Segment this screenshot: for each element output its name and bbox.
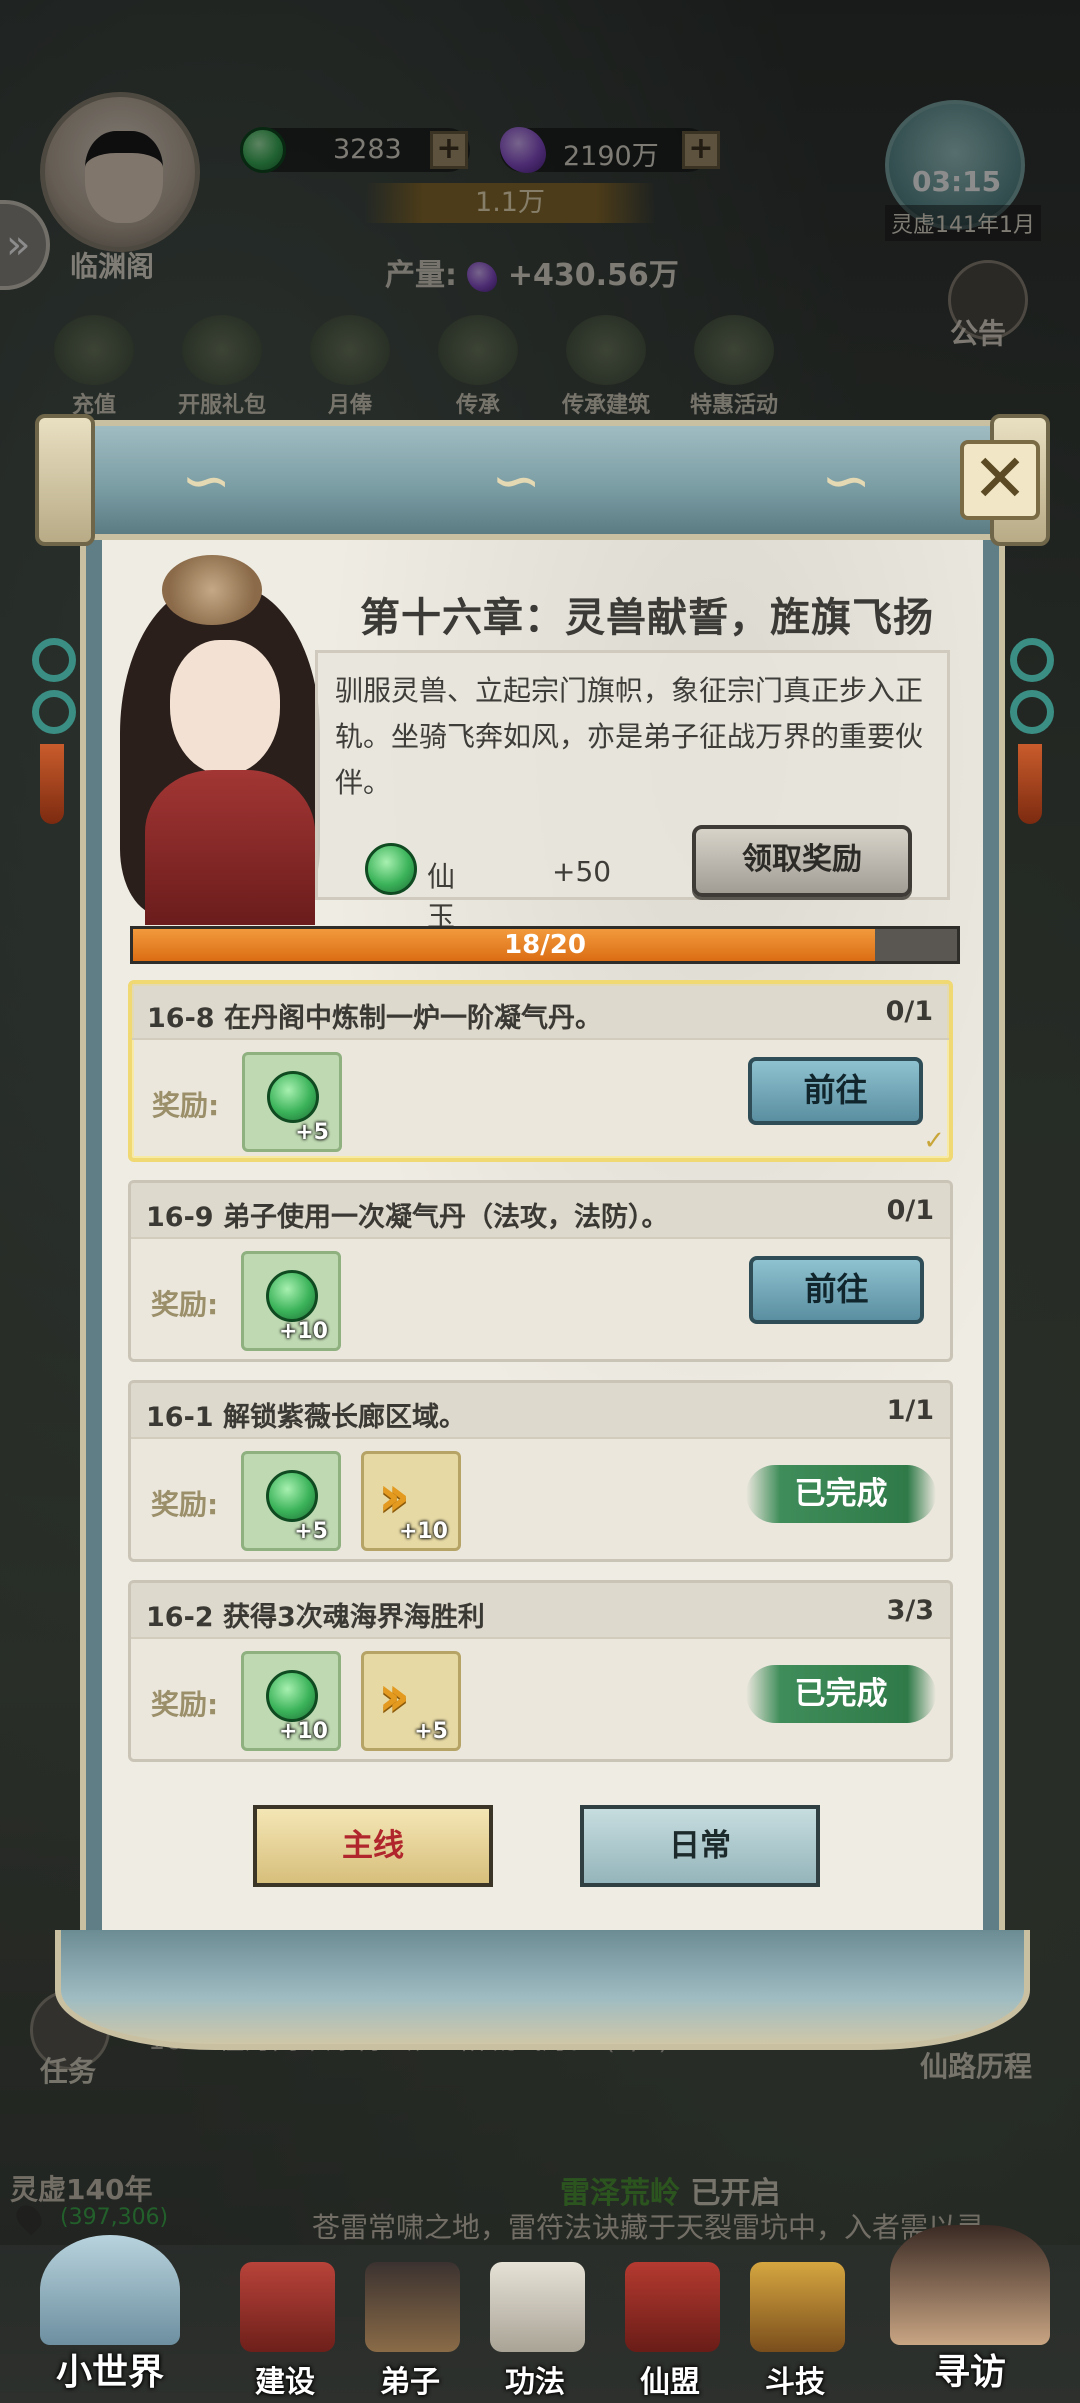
scroll-end-left [35,414,95,546]
task-title: 16-9 弟子使用一次凝气丹（法攻，法防）。 [146,1202,669,1233]
task-count: 0/1 [886,1195,934,1226]
nav-label: 小世界 [55,2352,164,2393]
cloud-ornament-icon: ∽ [181,446,232,516]
reward-name: 仙玉 [427,860,456,933]
task-item[interactable]: 16-9 弟子使用一次凝气丹（法攻，法防）。 0/1 奖励: +10 前往 [128,1180,953,1362]
task-item[interactable]: 16-8 在丹阁中炼制一炉一阶凝气丹。 0/1 奖励: +5 前往 ✓ [128,980,953,1162]
pagoda-icon [240,2262,335,2352]
close-icon: ✕ [972,440,1028,517]
face [170,640,280,775]
go-button[interactable]: 前往 [749,1256,924,1324]
nav-disciple[interactable]: 弟子 [350,2262,470,2400]
heroine-portrait [90,545,350,925]
speedup-icon: ›› [378,1464,410,1529]
mountain-icon [40,2235,180,2345]
scroll-bottom [55,1930,1030,2050]
reward-qty: +5 [294,1519,328,1544]
task-title: 16-2 获得3次魂海界海胜利 [146,1602,485,1633]
jade-icon [266,1670,318,1722]
tab-main-quest[interactable]: 主线 [253,1805,493,1887]
reward-item[interactable]: ›› +5 [361,1651,461,1751]
disciple-icon [365,2262,460,2352]
task-list[interactable]: 16-8 在丹阁中炼制一炉一阶凝气丹。 0/1 奖励: +5 前往 ✓ 16-9… [128,980,953,1790]
check-icon: ✓ [923,1126,945,1156]
task-title: 16-8 在丹阁中炼制一炉一阶凝气丹。 [147,1003,602,1034]
reward-qty: +10 [398,1519,448,1544]
close-button[interactable]: ✕ [960,440,1040,520]
reward-item[interactable]: ›› +10 [361,1451,461,1551]
cloud-ornament-icon: ∽ [491,446,542,516]
go-button[interactable]: 前往 [748,1057,923,1125]
nav-small-world[interactable]: 小世界 [10,2225,210,2403]
reward-item[interactable]: +10 [241,1651,341,1751]
reward-qty: +10 [278,1719,328,1744]
scroll-top: ∽ ∽ ∽ [55,420,1030,540]
sword-icon [750,2262,845,2352]
reward-qty: +10 [278,1319,328,1344]
completed-tag: 已完成 [746,1465,936,1523]
progress-text: 18/20 [504,930,586,960]
nav-skill[interactable]: 功法 [475,2262,595,2400]
reward-item[interactable]: +5 [241,1451,341,1551]
reward-label: 奖励: [151,1488,219,1521]
nav-label: 寻访 [933,2352,1006,2393]
task-count: 1/1 [886,1395,934,1426]
task-title: 16-1 解锁紫薇长廊区域。 [146,1402,466,1433]
right-tassel-icon [1010,630,1054,870]
nav-arena[interactable]: 斗技 [735,2262,855,2400]
reward-label: 奖励: [151,1688,219,1721]
jade-icon [266,1470,318,1522]
nav-alliance[interactable]: 仙盟 [610,2262,730,2400]
reward-label: 奖励: [151,1288,219,1321]
task-item[interactable]: 16-2 获得3次魂海界海胜利 3/3 奖励: +10 ›› +5 已完成 [128,1580,953,1762]
robe [145,770,315,925]
jade-icon [267,1071,319,1123]
nav-visit[interactable]: 寻访 [870,2225,1070,2403]
travelers-icon [890,2225,1050,2345]
reward-item[interactable]: +5 [242,1052,342,1152]
reward-qty: +5 [414,1719,448,1744]
speedup-icon: ›› [378,1664,410,1729]
task-count: 3/3 [886,1595,934,1626]
cloud-ornament-icon: ∽ [821,446,872,516]
reward-amount: +50 [552,855,612,888]
reward-item[interactable]: +10 [241,1251,341,1351]
nav-label: 弟子 [380,2365,440,2400]
chapter-description: 驯服灵兽、立起宗门旗帜，象征宗门真正步入正轨。坐骑飞奔如风，亦是弟子征战万界的重… [335,674,924,799]
task-item[interactable]: 16-1 解锁紫薇长廊区域。 1/1 奖励: +5 ›› +10 已完成 [128,1380,953,1562]
nav-label: 建设 [255,2365,315,2400]
claim-reward-button[interactable]: 领取奖励 [692,825,912,897]
task-count: 0/1 [885,996,933,1027]
tab-daily-quest[interactable]: 日常 [580,1805,820,1887]
reward-qty: +5 [295,1120,329,1145]
nav-label: 功法 [505,2365,565,2400]
chapter-progress-bar: 18/20 [130,926,960,964]
nav-build[interactable]: 建设 [225,2262,345,2400]
nav-label: 斗技 [765,2365,825,2400]
chapter-title: 第十六章：灵兽献誓，旌旗飞扬 [360,595,934,641]
alliance-gate-icon [625,2262,720,2352]
left-tassel-icon [32,630,76,870]
scroll-book-icon [490,2262,585,2352]
completed-tag: 已完成 [746,1665,936,1723]
reward-label: 奖励: [152,1089,220,1122]
jade-icon [266,1270,318,1322]
hairpin [162,555,262,625]
jade-icon [365,843,417,895]
nav-label: 仙盟 [640,2365,700,2400]
